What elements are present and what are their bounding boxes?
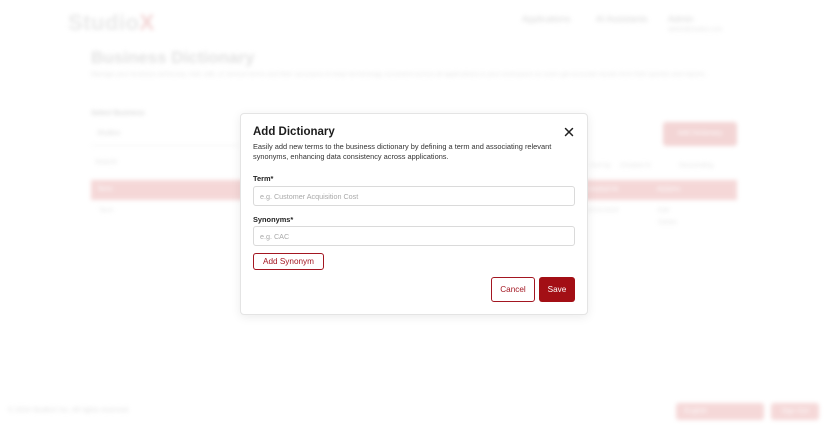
- column-header-term: Term: [97, 186, 113, 193]
- synonyms-label: Synonyms*: [253, 215, 294, 224]
- synonyms-input[interactable]: [253, 226, 575, 246]
- close-icon: [564, 127, 574, 137]
- language-select[interactable]: English: [676, 403, 764, 420]
- edit-link[interactable]: Edit: [658, 207, 669, 214]
- nav-applications[interactable]: Applications: [522, 14, 571, 24]
- cancel-button[interactable]: Cancel: [491, 277, 535, 302]
- nav-ai-assistants[interactable]: AI Assistants: [596, 14, 648, 24]
- dialog-description: Easily add new terms to the business dic…: [253, 142, 552, 161]
- close-button[interactable]: [562, 125, 576, 139]
- delete-link[interactable]: Delete: [658, 219, 677, 226]
- save-button[interactable]: Save: [539, 277, 575, 302]
- term-input[interactable]: [253, 186, 575, 206]
- add-dictionary-button[interactable]: Add Dictionary: [663, 122, 737, 146]
- add-dictionary-dialog: Add Dictionary Easily add new terms to t…: [240, 113, 588, 315]
- studiox-logo: StudioX: [68, 10, 155, 35]
- nav-admin[interactable]: Admin: [668, 14, 694, 24]
- column-header-actions: Actions: [657, 186, 680, 193]
- sort-field-select[interactable]: Created At: [620, 162, 651, 169]
- footer-copyright: © 2024 StudioX Inc. All rights reserved.: [8, 407, 130, 414]
- signout-button[interactable]: Sign Out: [771, 403, 819, 420]
- table-row-term: Term: [99, 207, 114, 214]
- select-business-label: Select Business: [91, 110, 145, 117]
- sort-order-select[interactable]: Descending: [679, 162, 713, 169]
- table-row-created: 01/01/2024: [586, 207, 619, 214]
- business-select[interactable]: Studiox: [91, 124, 241, 146]
- page-title: Business Dictionary: [91, 48, 255, 67]
- term-label: Term*: [253, 174, 274, 183]
- nav-admin-email: admin@studiox.com: [668, 27, 723, 33]
- sort-label: Sort by: [590, 162, 611, 169]
- column-header-created: Created At: [585, 186, 619, 193]
- search-input[interactable]: Search: [95, 159, 117, 166]
- page-description: Manage your business dictionary. Add, ed…: [91, 71, 707, 78]
- add-synonym-button[interactable]: Add Synonym: [253, 253, 324, 270]
- dialog-title: Add Dictionary: [253, 126, 335, 138]
